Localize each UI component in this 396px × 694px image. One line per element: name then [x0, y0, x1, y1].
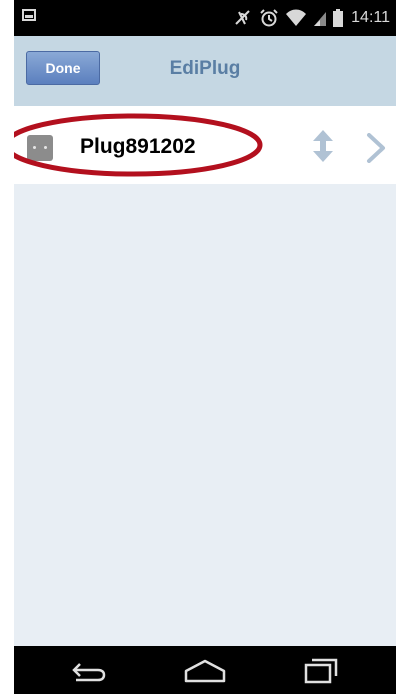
action-bar: Done EdiPlug [14, 36, 396, 106]
back-icon[interactable] [66, 658, 106, 682]
recent-apps-icon[interactable] [304, 658, 338, 684]
status-bar: 14:11 [14, 0, 396, 36]
plug-icon [27, 135, 53, 161]
battery-icon [333, 9, 344, 27]
mute-icon [235, 10, 250, 25]
device-row[interactable]: Plug891202 [14, 106, 396, 184]
home-icon[interactable] [182, 658, 228, 684]
phone-screen: 14:11 Done EdiPlug Plug891202 [14, 0, 396, 694]
status-icons: 14:11 [233, 6, 390, 30]
device-name: Plug891202 [80, 135, 196, 158]
nav-bar [14, 646, 396, 694]
signal-icon [314, 12, 327, 26]
alarm-icon [260, 9, 278, 27]
reorder-icon[interactable] [312, 130, 334, 162]
app-title: EdiPlug [169, 58, 241, 79]
status-clock: 14:11 [351, 9, 390, 26]
chevron-right-icon[interactable] [366, 133, 386, 163]
wifi-icon [286, 9, 307, 26]
device-list: Plug891202 [14, 106, 396, 646]
image-icon [22, 9, 36, 21]
